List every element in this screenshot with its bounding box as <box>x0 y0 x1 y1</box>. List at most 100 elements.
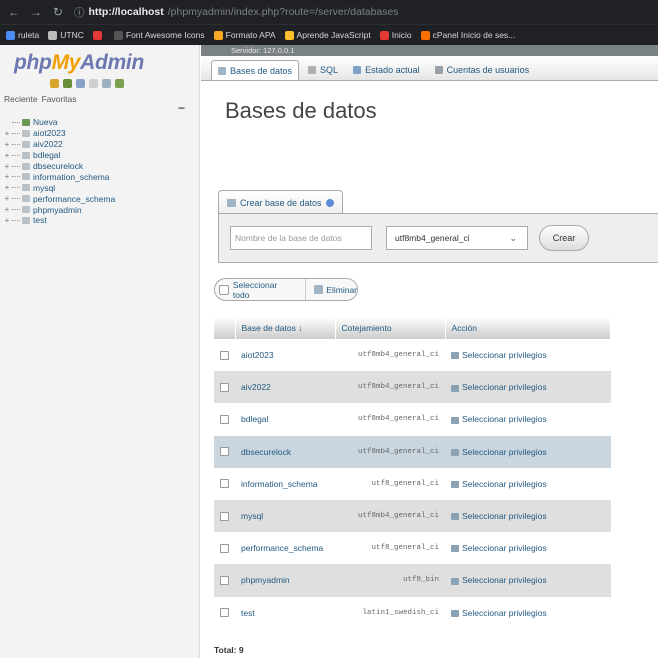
tree-item[interactable]: + test <box>2 215 198 226</box>
table-row: test latin1_swedish_ci Seleccionar privile… <box>214 596 611 629</box>
favorites-tab[interactable]: Favoritas <box>42 94 77 104</box>
select-all-label[interactable]: Seleccionar todo <box>233 280 295 300</box>
check-privileges-link[interactable]: Seleccionar privilegios <box>445 564 611 597</box>
tree-item-label[interactable]: phpmyadmin <box>33 205 82 215</box>
tab-item[interactable]: Bases de datos <box>211 60 300 80</box>
check-privileges-link[interactable]: Seleccionar privilegios <box>445 467 611 500</box>
home-icon[interactable] <box>50 79 59 88</box>
expand-icon[interactable]: + <box>2 194 12 203</box>
row-checkbox[interactable] <box>220 414 229 424</box>
tree-item-label[interactable]: performance_schema <box>33 194 115 204</box>
database-name-link[interactable]: information_schema <box>235 467 335 500</box>
tab-item[interactable]: Cuentas de usuarios <box>429 60 536 80</box>
tree-item-label[interactable]: aiot2023 <box>33 128 66 138</box>
expand-icon[interactable]: + <box>2 205 12 214</box>
tree-item-label[interactable]: Nueva <box>33 117 58 127</box>
collation-value: utf8mb4_general_ci <box>395 233 470 243</box>
database-name-input[interactable]: Nombre de la base de datos <box>230 226 372 250</box>
tree-item-label[interactable]: dbsecurelock <box>33 161 83 171</box>
bookmark-item[interactable]: Aprende JavaScript <box>284 30 371 40</box>
row-checkbox[interactable] <box>220 511 229 521</box>
tab-item[interactable]: Estado actual <box>347 60 426 80</box>
tree-item-label[interactable]: information_schema <box>33 172 110 182</box>
check-privileges-link[interactable]: Seleccionar privilegios <box>445 499 611 533</box>
database-name-link[interactable]: aiot2023 <box>235 339 335 372</box>
database-name-link[interactable]: mysql <box>235 499 335 533</box>
tree-item[interactable]: + aiot2023 <box>2 128 198 139</box>
help-circle-icon[interactable] <box>325 198 334 207</box>
bookmark-item[interactable] <box>92 30 105 40</box>
tree-item[interactable]: + phpmyadmin <box>2 204 198 215</box>
tree-item[interactable]: + performance_schema <box>2 193 198 204</box>
tree-item-label[interactable]: bdlegal <box>33 150 60 160</box>
tree-item[interactable]: + mysql <box>2 182 198 193</box>
row-checkbox[interactable] <box>220 382 229 392</box>
row-checkbox[interactable] <box>220 608 229 618</box>
docs-icon[interactable] <box>76 79 85 88</box>
create-button[interactable]: Crear <box>539 225 589 251</box>
table-row: mysql utf8mb4_general_ci Seleccionar privi… <box>214 499 611 533</box>
phpmyadmin-logo[interactable]: phpMyAdmin <box>14 51 144 75</box>
row-checkbox[interactable] <box>220 479 229 489</box>
database-name-link[interactable]: test <box>235 596 335 629</box>
check-privileges-link[interactable]: Seleccionar privilegios <box>445 435 611 468</box>
back-icon[interactable]: ← <box>8 5 20 19</box>
tree-item[interactable]: + dbsecurelock <box>2 161 198 172</box>
check-privileges-link[interactable]: Seleccionar privilegios <box>445 596 611 629</box>
collation-select[interactable]: utf8mb4_general_ci ⌄ <box>386 226 528 250</box>
row-checkbox[interactable] <box>220 575 229 585</box>
tab-item[interactable]: SQL <box>302 60 344 80</box>
bookmark-item[interactable]: Inicio <box>379 30 412 40</box>
tree-item[interactable]: Nueva <box>2 117 198 128</box>
settings-icon[interactable] <box>102 79 111 88</box>
tree-item-label[interactable]: aiv2022 <box>33 139 63 149</box>
database-name-link[interactable]: performance_schema <box>235 532 335 565</box>
expand-icon[interactable]: + <box>2 172 12 181</box>
delete-button[interactable]: Eliminar <box>305 279 357 300</box>
tree-item[interactable]: + bdlegal <box>2 150 198 161</box>
collapse-all-icon[interactable]: − <box>178 101 185 115</box>
database-name-link[interactable]: aiv2022 <box>235 371 335 404</box>
check-privileges-link[interactable]: Seleccionar privilegios <box>445 371 611 404</box>
expand-icon[interactable]: + <box>2 216 12 225</box>
tree-item-label[interactable]: mysql <box>33 183 55 193</box>
header-database[interactable]: Base de datos ↓ <box>235 317 336 339</box>
forward-icon[interactable]: → <box>30 5 42 19</box>
bookmark-item[interactable]: Font Awesome Icons <box>113 30 205 40</box>
address-bar[interactable]: ⓘ http://localhost/phpmyadmin/index.php?… <box>74 5 399 20</box>
expand-icon[interactable]: + <box>2 151 12 160</box>
info-icon[interactable]: ⓘ <box>74 5 85 20</box>
privileges-icon <box>451 545 459 553</box>
bookmark-item[interactable]: UTNC <box>48 30 84 40</box>
exit-icon[interactable] <box>63 79 72 88</box>
expand-icon[interactable]: + <box>2 183 12 192</box>
tab-label: Bases de datos <box>230 65 293 76</box>
row-checkbox[interactable] <box>220 447 229 457</box>
bookmark-item[interactable]: ruleta <box>6 30 39 40</box>
check-privileges-link[interactable]: Seleccionar privilegios <box>445 532 611 565</box>
bookmark-label: UTNC <box>60 30 84 40</box>
expand-icon[interactable]: + <box>2 162 12 171</box>
reload-nav-icon[interactable] <box>115 79 124 88</box>
expand-icon[interactable]: + <box>2 140 12 149</box>
database-name-link[interactable]: phpmyadmin <box>235 564 335 597</box>
help-icon[interactable] <box>89 79 98 88</box>
tree-item-label[interactable]: test <box>33 215 47 225</box>
expand-icon[interactable]: + <box>2 129 12 138</box>
bookmark-item[interactable]: Formato APA <box>213 30 276 40</box>
database-name-link[interactable]: bdlegal <box>235 403 335 436</box>
recent-tab[interactable]: Reciente <box>4 94 38 104</box>
database-name-link[interactable]: dbsecurelock <box>235 435 335 468</box>
header-collation[interactable]: Cotejamiento <box>335 317 446 339</box>
row-checkbox-cell <box>214 339 235 372</box>
row-checkbox[interactable] <box>220 350 229 360</box>
server-breadcrumb[interactable]: Servidor: 127.0.0.1 <box>201 45 658 56</box>
bookmark-item[interactable]: cPanel Inicio de ses... <box>420 30 515 40</box>
row-checkbox[interactable] <box>220 543 229 553</box>
select-all-checkbox[interactable] <box>219 284 229 295</box>
tree-item[interactable]: + information_schema <box>2 171 198 182</box>
check-privileges-link[interactable]: Seleccionar privilegios <box>445 339 611 372</box>
tree-item[interactable]: + aiv2022 <box>2 139 198 150</box>
reload-icon[interactable]: ↻ <box>52 5 64 19</box>
check-privileges-link[interactable]: Seleccionar privilegios <box>445 403 611 436</box>
